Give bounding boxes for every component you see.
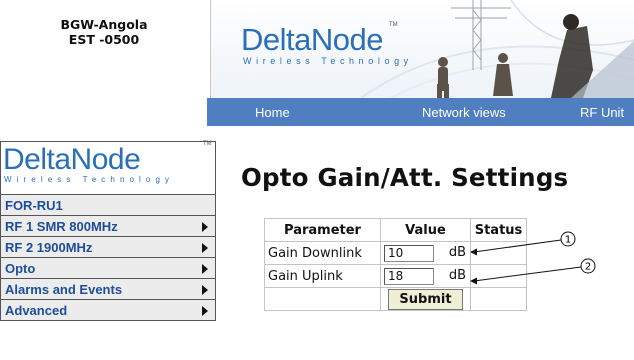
callout-1-arrowhead-icon xyxy=(470,248,477,256)
callout-1-leader xyxy=(473,239,562,253)
callout-2-arrowhead-icon xyxy=(470,277,477,285)
callout-2-number: 2 xyxy=(585,262,591,273)
callout-2-leader xyxy=(473,266,582,282)
callout-1-number: 1 xyxy=(565,235,571,246)
callout-annotations: 1 2 xyxy=(470,231,596,285)
